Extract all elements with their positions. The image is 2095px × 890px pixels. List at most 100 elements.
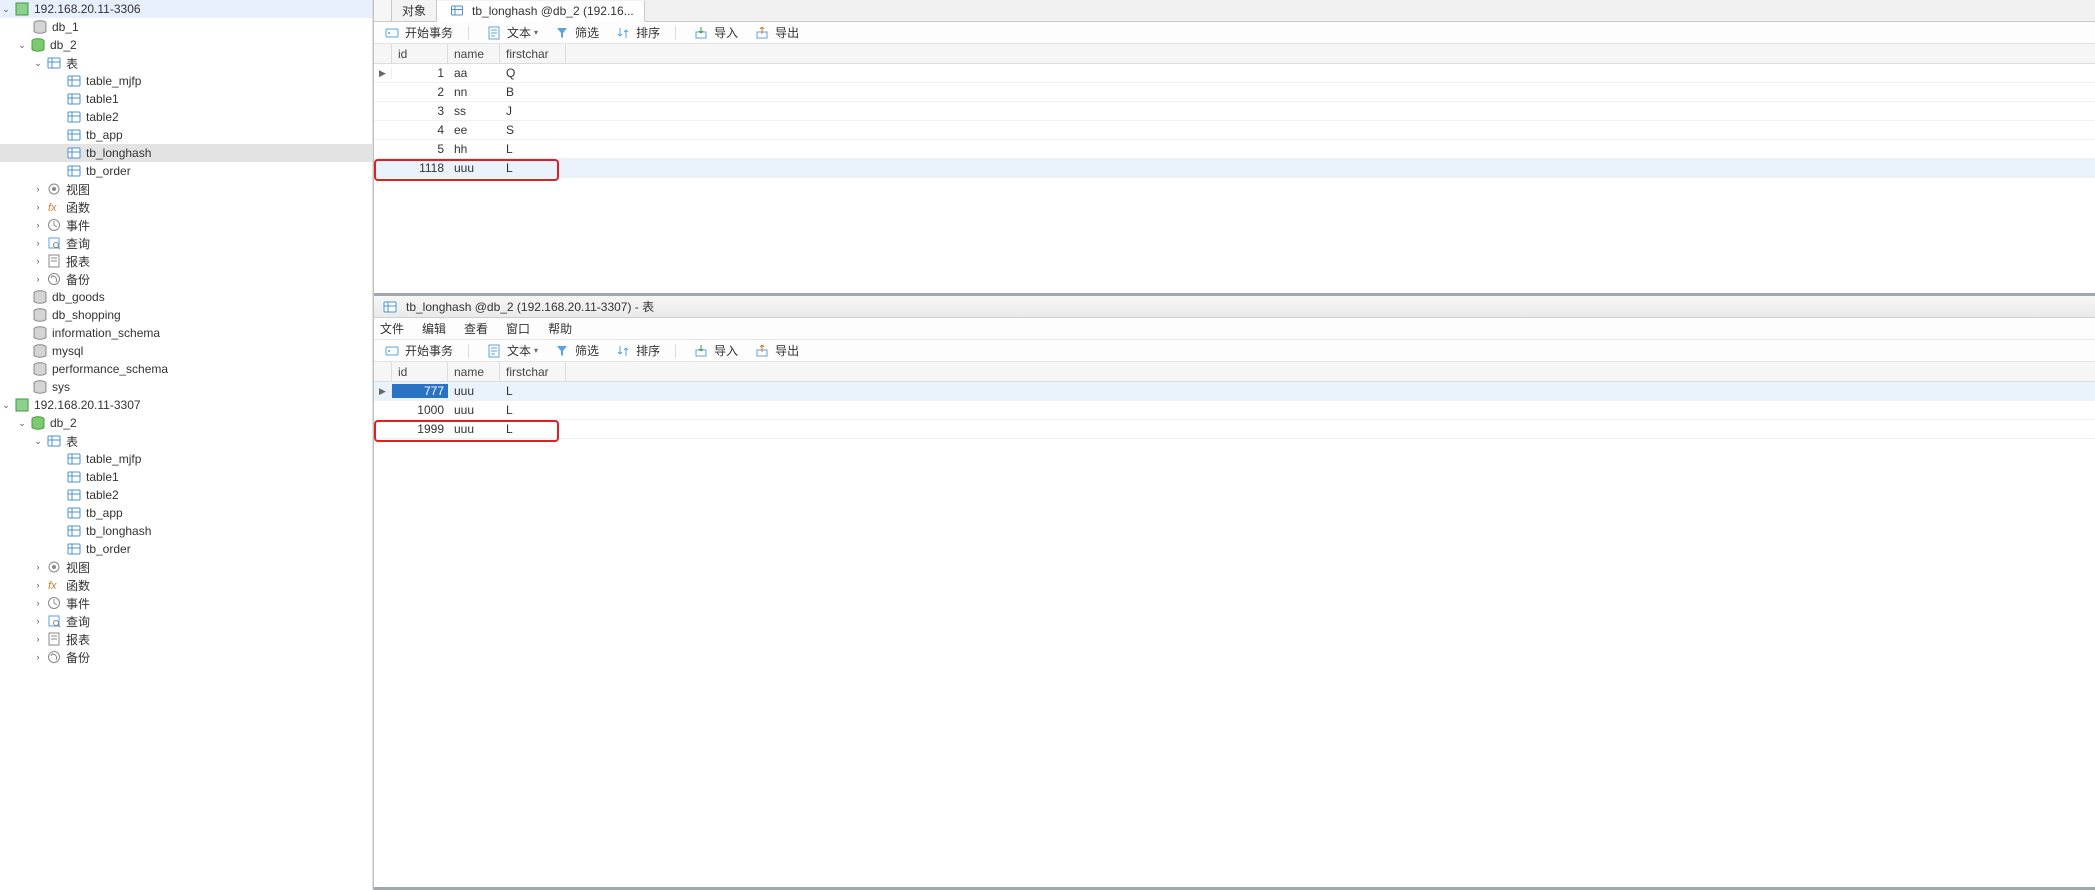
expander-icon[interactable]: ⌄	[16, 418, 28, 429]
grid-body[interactable]: ▶1aaQ2nnB3ssJ4eeS5hhL1118uuuL	[374, 64, 2095, 293]
connection-tree[interactable]: ⌄ 192.168.20.11-3306 · db_1 ⌄ db_2 ⌄ 表 ·…	[0, 0, 373, 890]
tree-folder-item[interactable]: ›fx函数	[0, 576, 372, 594]
tree-tables-folder[interactable]: ⌄ 表	[0, 432, 372, 450]
cell-name[interactable]: uuu	[448, 161, 500, 175]
cell-name[interactable]: ee	[448, 123, 500, 137]
column-header-firstchar[interactable]: firstchar	[500, 362, 566, 381]
cell-id[interactable]: 2	[392, 85, 448, 99]
table-row[interactable]: ▶777uuuL	[374, 382, 2095, 401]
cell-id[interactable]: 1118	[392, 161, 448, 175]
cell-id[interactable]: 3	[392, 104, 448, 118]
column-header-name[interactable]: name	[448, 362, 500, 381]
expander-icon[interactable]: ›	[32, 238, 44, 248]
tree-table-item[interactable]: ·tb_app	[0, 126, 372, 144]
table-row[interactable]: 1999uuuL	[374, 420, 2095, 439]
tree-table-item[interactable]: ·tb_longhash	[0, 144, 372, 162]
begin-transaction-button[interactable]: 开始事务	[380, 342, 455, 359]
tree-database[interactable]: ·db_goods	[0, 288, 372, 306]
expander-icon[interactable]: ⌄	[32, 436, 44, 447]
expander-icon[interactable]: ⌄	[16, 40, 28, 51]
cell-firstchar[interactable]: S	[500, 123, 566, 137]
tree-folder-item[interactable]: ›事件	[0, 594, 372, 612]
tree-connection[interactable]: ⌄ 192.168.20.11-3306	[0, 0, 372, 18]
cell-firstchar[interactable]: L	[500, 142, 566, 156]
tree-folder-item[interactable]: ›fx函数	[0, 198, 372, 216]
export-button[interactable]: 导出	[750, 24, 801, 41]
tab-table[interactable]: tb_longhash @db_2 (192.16...	[437, 1, 645, 22]
tree-table-item[interactable]: ·table_mjfp	[0, 72, 372, 90]
expander-icon[interactable]: ›	[32, 256, 44, 266]
tree-table-item[interactable]: ·tb_order	[0, 162, 372, 180]
tree-table-item[interactable]: ·table_mjfp	[0, 450, 372, 468]
expander-icon[interactable]: ›	[32, 274, 44, 284]
expander-icon[interactable]: ›	[32, 184, 44, 194]
menu-view[interactable]: 查看	[464, 320, 488, 337]
tree-database[interactable]: ·performance_schema	[0, 360, 372, 378]
tree-connection[interactable]: ⌄ 192.168.20.11-3307	[0, 396, 372, 414]
tree-folder-item[interactable]: ›报表	[0, 630, 372, 648]
table-row[interactable]: 1000uuuL	[374, 401, 2095, 420]
menu-file[interactable]: 文件	[380, 320, 404, 337]
expander-icon[interactable]: ›	[32, 634, 44, 644]
cell-id[interactable]: 1000	[392, 403, 448, 417]
expander-icon[interactable]: ›	[32, 580, 44, 590]
cell-name[interactable]: uuu	[448, 403, 500, 417]
expander-icon[interactable]: ⌄	[0, 400, 12, 411]
cell-id[interactable]: 1	[392, 66, 448, 80]
tree-table-item[interactable]: ·tb_app	[0, 504, 372, 522]
text-view-button[interactable]: 文本 ▾	[482, 24, 540, 41]
tree-folder-item[interactable]: ›事件	[0, 216, 372, 234]
tree-database[interactable]: · db_1	[0, 18, 372, 36]
tree-table-item[interactable]: ·table2	[0, 108, 372, 126]
tree-database[interactable]: ⌄ db_2	[0, 414, 372, 432]
menu-edit[interactable]: 编辑	[422, 320, 446, 337]
export-button[interactable]: 导出	[750, 342, 801, 359]
text-view-button[interactable]: 文本 ▾	[482, 342, 540, 359]
table-row[interactable]: 4eeS	[374, 121, 2095, 140]
cell-name[interactable]: ss	[448, 104, 500, 118]
cell-name[interactable]: uuu	[448, 422, 500, 436]
table-row[interactable]: 2nnB	[374, 83, 2095, 102]
tree-folder-item[interactable]: ›视图	[0, 180, 372, 198]
tree-table-item[interactable]: ·table1	[0, 90, 372, 108]
cell-firstchar[interactable]: L	[500, 161, 566, 175]
cell-id[interactable]: 4	[392, 123, 448, 137]
cell-id[interactable]: 1999	[392, 422, 448, 436]
tree-tables-folder[interactable]: ⌄ 表	[0, 54, 372, 72]
expander-icon[interactable]: ›	[32, 652, 44, 662]
expander-icon[interactable]: ›	[32, 220, 44, 230]
filter-button[interactable]: 筛选	[550, 342, 601, 359]
filter-button[interactable]: 筛选	[550, 24, 601, 41]
expander-icon[interactable]: ›	[32, 616, 44, 626]
grid-body[interactable]: ▶777uuuL1000uuuL1999uuuL	[374, 382, 2095, 887]
cell-name[interactable]: uuu	[448, 384, 500, 398]
begin-transaction-button[interactable]: 开始事务	[380, 24, 455, 41]
tree-table-item[interactable]: ·tb_longhash	[0, 522, 372, 540]
tree-database[interactable]: ·information_schema	[0, 324, 372, 342]
cell-name[interactable]: nn	[448, 85, 500, 99]
column-header-name[interactable]: name	[448, 44, 500, 63]
table-row[interactable]: 1118uuuL	[374, 159, 2095, 178]
tree-folder-item[interactable]: ›报表	[0, 252, 372, 270]
table-row[interactable]: 5hhL	[374, 140, 2095, 159]
cell-firstchar[interactable]: B	[500, 85, 566, 99]
tree-database[interactable]: ·mysql	[0, 342, 372, 360]
cell-firstchar[interactable]: L	[500, 422, 566, 436]
expander-icon[interactable]: ⌄	[32, 58, 44, 69]
tree-database[interactable]: ⌄ db_2	[0, 36, 372, 54]
cell-firstchar[interactable]: J	[500, 104, 566, 118]
menu-help[interactable]: 帮助	[548, 320, 572, 337]
cell-firstchar[interactable]: L	[500, 403, 566, 417]
cell-firstchar[interactable]: Q	[500, 66, 566, 80]
tree-table-item[interactable]: ·tb_order	[0, 540, 372, 558]
expander-icon[interactable]: ›	[32, 598, 44, 608]
cell-id[interactable]: 5	[392, 142, 448, 156]
tree-folder-item[interactable]: ›查询	[0, 612, 372, 630]
table-row[interactable]: ▶1aaQ	[374, 64, 2095, 83]
tree-table-item[interactable]: ·table1	[0, 468, 372, 486]
tree-folder-item[interactable]: ›查询	[0, 234, 372, 252]
expander-icon[interactable]: ›	[32, 562, 44, 572]
tree-folder-item[interactable]: ›视图	[0, 558, 372, 576]
menu-window[interactable]: 窗口	[506, 320, 530, 337]
tree-database[interactable]: ·db_shopping	[0, 306, 372, 324]
